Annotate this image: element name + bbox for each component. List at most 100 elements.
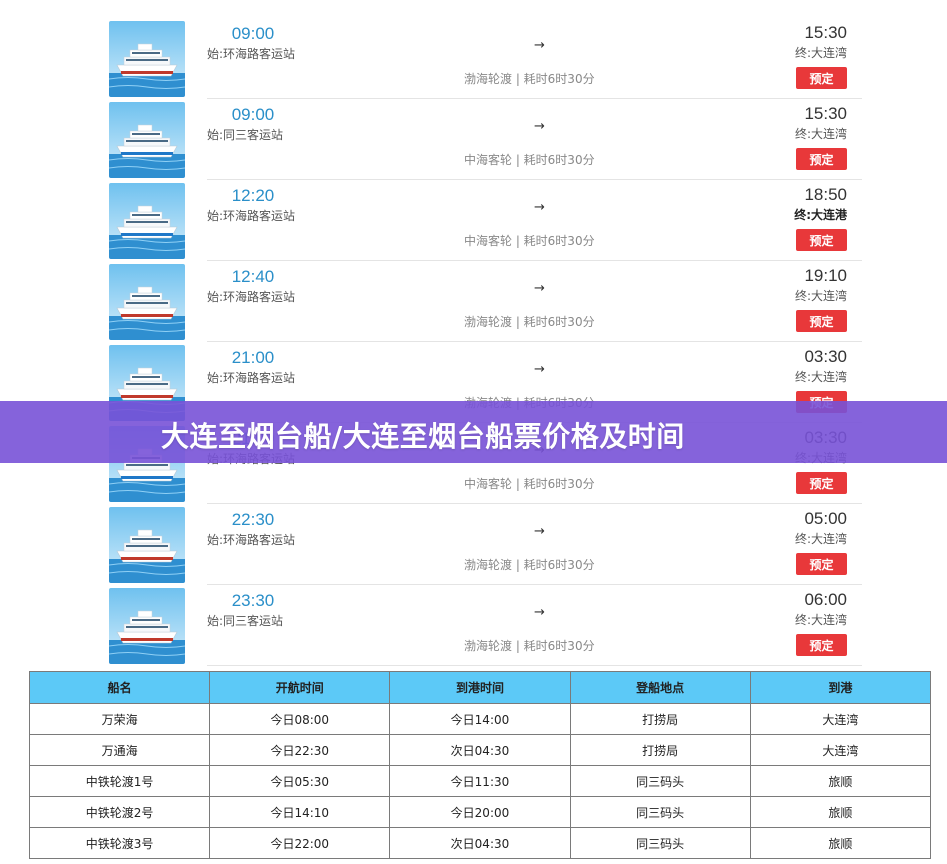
ship-icon bbox=[109, 21, 185, 97]
trip-row: 09:00 始:同三客运站 → 中海客轮 | 耗时6时30分 15:30 终:大… bbox=[109, 99, 862, 180]
trip-row: 12:20 始:环海路客运站 → 中海客轮 | 耗时6时30分 18:50 终:… bbox=[109, 180, 862, 261]
carrier-duration: 渤海轮渡 | 耗时6时30分 bbox=[464, 315, 595, 329]
arrival-time: 18:50 bbox=[804, 185, 847, 204]
arrival-station: 终:大连湾 bbox=[794, 46, 847, 60]
departure-time: 22:30 bbox=[231, 510, 275, 529]
carrier-duration: 中海客轮 | 耗时6时30分 bbox=[464, 234, 595, 248]
ferry-schedule-list: 09:00 始:环海路客运站 → 渤海轮渡 | 耗时6时30分 15:30 终:… bbox=[109, 18, 862, 666]
book-button[interactable]: 预定 bbox=[796, 67, 847, 89]
table-row: 中铁轮渡2号 今日14:10 今日20:00 同三码头 旅顺 bbox=[28, 796, 932, 828]
book-button[interactable]: 预定 bbox=[796, 229, 847, 251]
arrival-station: 终:大连湾 bbox=[794, 532, 847, 546]
table-cell: 次日04:30 bbox=[389, 827, 571, 859]
arrival-time: 03:30 bbox=[804, 347, 847, 366]
departure-time: 09:00 bbox=[231, 105, 275, 124]
departure-station: 始:环海路客运站 bbox=[207, 533, 296, 547]
arrow-icon: → bbox=[534, 200, 545, 215]
arrow-icon: → bbox=[534, 524, 545, 539]
column-header: 到港时间 bbox=[389, 671, 571, 704]
table-cell: 中铁轮渡2号 bbox=[28, 796, 211, 828]
ship-photo bbox=[109, 264, 185, 340]
departure-station: 始:同三客运站 bbox=[207, 128, 284, 142]
table-header-row: 船名 开航时间 到港时间 登船地点 到港 bbox=[28, 671, 932, 704]
book-button[interactable]: 预定 bbox=[796, 310, 847, 332]
table-cell: 今日08:00 bbox=[209, 703, 391, 735]
ship-icon bbox=[109, 507, 185, 583]
table-cell: 同三码头 bbox=[569, 765, 751, 797]
arrival-station: 终:大连湾 bbox=[794, 370, 847, 384]
column-header: 船名 bbox=[28, 671, 211, 704]
arrival-time: 15:30 bbox=[804, 104, 847, 123]
arrow-icon: → bbox=[534, 38, 545, 53]
departure-time: 21:00 bbox=[231, 348, 275, 367]
book-button[interactable]: 预定 bbox=[796, 148, 847, 170]
arrival-station: 终:大连港 bbox=[794, 208, 847, 222]
ship-icon bbox=[109, 183, 185, 259]
departure-station: 始:环海路客运站 bbox=[207, 209, 296, 223]
departure-station: 始:环海路客运站 bbox=[207, 47, 296, 61]
arrow-icon: → bbox=[534, 119, 545, 134]
table-cell: 同三码头 bbox=[569, 796, 751, 828]
ship-icon bbox=[109, 264, 185, 340]
table-cell: 大连湾 bbox=[749, 703, 932, 735]
carrier-duration: 渤海轮渡 | 耗时6时30分 bbox=[464, 72, 595, 86]
table-cell: 今日22:30 bbox=[209, 734, 391, 766]
page-title: 大连至烟台船/大连至烟台船票价格及时间 bbox=[161, 420, 685, 453]
departure-station: 始:环海路客运站 bbox=[207, 371, 296, 385]
arrival-time: 06:00 bbox=[804, 590, 847, 609]
table-row: 中铁轮渡3号 今日22:00 次日04:30 同三码头 旅顺 bbox=[28, 827, 932, 859]
trip-row: 22:30 始:环海路客运站 → 渤海轮渡 | 耗时6时30分 05:00 终:… bbox=[109, 504, 862, 585]
arrival-time: 05:00 bbox=[804, 509, 847, 528]
ship-photo bbox=[109, 21, 185, 97]
carrier-duration: 中海客轮 | 耗时6时30分 bbox=[464, 153, 595, 167]
table-cell: 万通海 bbox=[28, 734, 211, 766]
table-cell: 同三码头 bbox=[569, 827, 751, 859]
ship-photo bbox=[109, 588, 185, 664]
column-header: 开航时间 bbox=[209, 671, 391, 704]
table-cell: 今日14:00 bbox=[389, 703, 571, 735]
table-cell: 旅顺 bbox=[749, 765, 932, 797]
table-cell: 中铁轮渡3号 bbox=[28, 827, 211, 859]
ship-photo bbox=[109, 183, 185, 259]
departure-time: 09:00 bbox=[231, 24, 275, 43]
book-button[interactable]: 预定 bbox=[796, 553, 847, 575]
row-divider bbox=[207, 665, 862, 666]
arrival-time: 15:30 bbox=[804, 23, 847, 42]
trip-row: 12:40 始:环海路客运站 → 渤海轮渡 | 耗时6时30分 19:10 终:… bbox=[109, 261, 862, 342]
carrier-duration: 中海客轮 | 耗时6时30分 bbox=[464, 477, 595, 491]
book-button[interactable]: 预定 bbox=[796, 634, 847, 656]
table-row: 万荣海 今日08:00 今日14:00 打捞局 大连湾 bbox=[28, 703, 932, 735]
ship-timetable: 船名 开航时间 到港时间 登船地点 到港 万荣海 今日08:00 今日14:00 打捞局 大连湾… bbox=[28, 671, 932, 859]
arrow-icon: → bbox=[534, 362, 545, 377]
table-cell: 旅顺 bbox=[749, 827, 932, 859]
table-cell: 今日14:10 bbox=[209, 796, 391, 828]
departure-time: 12:20 bbox=[231, 186, 275, 205]
arrow-icon: → bbox=[534, 281, 545, 296]
arrow-icon: → bbox=[534, 605, 545, 620]
trip-row: 09:00 始:环海路客运站 → 渤海轮渡 | 耗时6时30分 15:30 终:… bbox=[109, 18, 862, 99]
table-cell: 打捞局 bbox=[569, 734, 751, 766]
ship-photo bbox=[109, 102, 185, 178]
table-cell: 大连湾 bbox=[749, 734, 932, 766]
departure-station: 始:环海路客运站 bbox=[207, 290, 296, 304]
departure-station: 始:同三客运站 bbox=[207, 614, 284, 628]
table-cell: 今日20:00 bbox=[389, 796, 571, 828]
departure-time: 23:30 bbox=[231, 591, 275, 610]
ship-icon bbox=[109, 102, 185, 178]
table-row: 万通海 今日22:30 次日04:30 打捞局 大连湾 bbox=[28, 734, 932, 766]
book-button[interactable]: 预定 bbox=[796, 472, 847, 494]
arrival-station: 终:大连湾 bbox=[794, 127, 847, 141]
title-banner: 大连至烟台船/大连至烟台船票价格及时间 bbox=[0, 401, 947, 463]
table-cell: 次日04:30 bbox=[389, 734, 571, 766]
departure-time: 12:40 bbox=[231, 267, 275, 286]
arrival-station: 终:大连湾 bbox=[794, 289, 847, 303]
arrival-time: 19:10 bbox=[804, 266, 847, 285]
carrier-duration: 渤海轮渡 | 耗时6时30分 bbox=[464, 558, 595, 572]
table-cell: 今日22:00 bbox=[209, 827, 391, 859]
table-cell: 打捞局 bbox=[569, 703, 751, 735]
column-header: 到港 bbox=[749, 671, 932, 704]
table-row: 中铁轮渡1号 今日05:30 今日11:30 同三码头 旅顺 bbox=[28, 765, 932, 797]
table-cell: 今日05:30 bbox=[209, 765, 391, 797]
table-cell: 今日11:30 bbox=[389, 765, 571, 797]
carrier-duration: 渤海轮渡 | 耗时6时30分 bbox=[464, 639, 595, 653]
